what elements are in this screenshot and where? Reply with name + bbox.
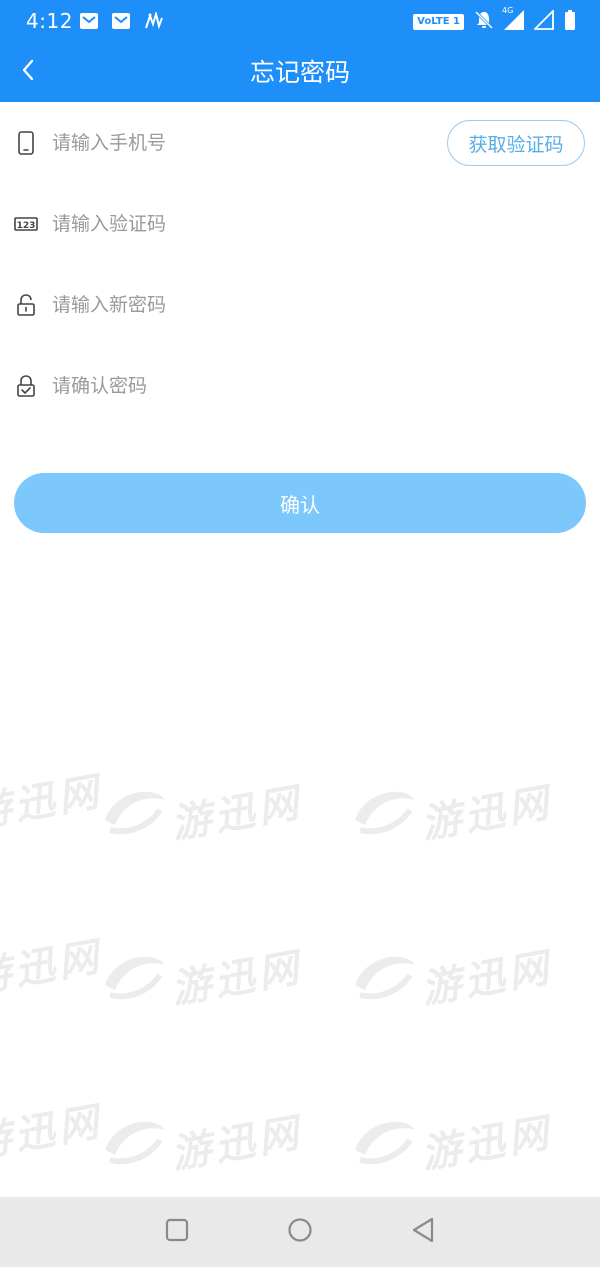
phone-input[interactable] — [52, 126, 422, 160]
watermark: 游迅网 — [350, 1110, 556, 1178]
triangle-back-icon — [411, 1217, 435, 1247]
watermark-text: 游迅网 — [417, 779, 556, 849]
watermark: 游迅网 — [0, 934, 106, 1002]
signal-icon — [532, 8, 554, 34]
lock-check-icon — [14, 374, 38, 398]
watermark-logo-icon — [105, 956, 165, 1000]
watermark-text: 游迅网 — [0, 768, 106, 838]
watermark-layer: 游迅网 游迅网 游迅网 游迅网 游迅网 游迅网 游迅网 游迅网 游迅网 — [0, 740, 600, 1200]
watermark: 游迅网 — [100, 1110, 306, 1178]
status-notification-icons — [80, 10, 164, 34]
numeric-123-icon: 123 — [14, 212, 38, 236]
forgot-password-form: 获取验证码 123 — [0, 102, 600, 426]
battery-icon — [564, 10, 576, 34]
watermark-logo-icon — [355, 956, 415, 1000]
phone-icon — [14, 131, 38, 155]
recents-button[interactable] — [162, 1217, 192, 1247]
watermark-text: 游迅网 — [417, 1109, 556, 1179]
mail-icon — [112, 13, 130, 33]
watermark-text: 游迅网 — [167, 779, 306, 849]
system-nav-bar — [0, 1197, 600, 1267]
watermark-logo-icon — [105, 1121, 165, 1165]
watermark: 游迅网 — [350, 780, 556, 848]
watermark-text: 游迅网 — [0, 1098, 106, 1168]
status-bar: 4:12 VoLTE 1 4G — [0, 0, 600, 44]
confirm-password-field-row — [0, 345, 600, 426]
app-bar: 忘记密码 — [0, 44, 600, 102]
phone-field-row: 获取验证码 — [0, 102, 600, 183]
system-back-button[interactable] — [408, 1217, 438, 1247]
lock-icon — [14, 293, 38, 317]
circle-home-icon — [287, 1217, 313, 1247]
confirm-password-input[interactable] — [52, 369, 422, 403]
watermark-text: 游迅网 — [0, 933, 106, 1003]
network-type-label: 4G — [502, 6, 514, 15]
watermark-text: 游迅网 — [417, 944, 556, 1014]
status-time: 4:12 — [26, 9, 73, 33]
watermark-text: 游迅网 — [167, 944, 306, 1014]
forgot-password-screen: 4:12 VoLTE 1 4G 忘记密码 请输入手机号 获取验证码 123 请输… — [0, 0, 600, 1267]
watermark: 游迅网 — [0, 1099, 106, 1167]
home-button[interactable] — [285, 1217, 315, 1247]
watermark-logo-icon — [355, 791, 415, 835]
square-recents-icon — [165, 1218, 189, 1246]
get-code-button[interactable]: 获取验证码 — [447, 120, 585, 166]
watermark: 游迅网 — [350, 945, 556, 1013]
page-title: 忘记密码 — [249, 58, 350, 87]
status-system-icons: VoLTE 1 4G — [413, 6, 576, 34]
watermark-logo-icon — [355, 1121, 415, 1165]
watermark: 游迅网 — [0, 769, 106, 837]
watermark-text: 游迅网 — [167, 1109, 306, 1179]
watermark-logo-icon — [105, 791, 165, 835]
new-password-input[interactable] — [52, 288, 422, 322]
code-field-row: 123 — [0, 183, 600, 264]
signal-4g-icon: 4G — [502, 6, 524, 34]
svg-text:123: 123 — [17, 221, 36, 231]
watermark: 游迅网 — [100, 945, 306, 1013]
new-password-field-row — [0, 264, 600, 345]
app-notification-icon — [144, 10, 164, 34]
mail-icon — [80, 13, 98, 33]
verification-code-input[interactable] — [52, 207, 422, 241]
confirm-button[interactable]: 确认 — [14, 473, 586, 533]
watermark: 游迅网 — [100, 780, 306, 848]
bell-muted-icon — [474, 10, 494, 34]
volte-badge: VoLTE 1 — [413, 14, 464, 30]
